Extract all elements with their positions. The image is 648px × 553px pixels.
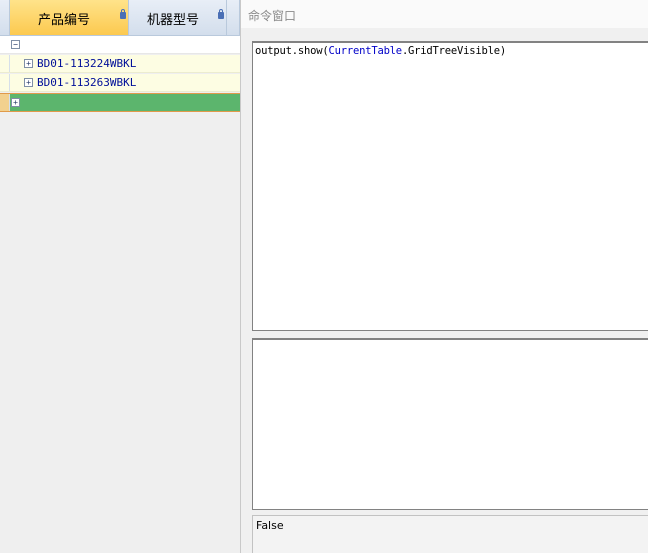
column-header-product-number[interactable]: 产品编号 <box>10 0 129 36</box>
column-header-label: 机器型号 <box>147 13 200 28</box>
result-pane: False <box>252 515 648 553</box>
column-header-machine-model[interactable]: 机器型号 <box>129 0 227 36</box>
row-label: BD01-113263WBKL <box>37 76 137 89</box>
lock-icon <box>120 9 126 19</box>
command-window-title: 命令窗口 <box>248 9 297 23</box>
row-indicator <box>0 94 10 111</box>
row-indicator <box>0 74 10 91</box>
expand-icon[interactable]: + <box>11 98 20 107</box>
row-label: BD01-113224WBKL <box>37 57 137 70</box>
command-window-titlebar[interactable] <box>241 0 648 28</box>
collapse-icon[interactable]: − <box>11 40 20 49</box>
code-suffix: .GridTreeVisible) <box>401 45 507 57</box>
column-header-extra[interactable] <box>227 0 240 36</box>
output-pane[interactable] <box>252 338 648 510</box>
tree-row-root[interactable]: − <box>0 36 240 54</box>
result-text: False <box>256 519 284 532</box>
tree-row[interactable]: + BD01-113224WBKL <box>0 55 240 73</box>
data-grid[interactable]: 产品编号 机器型号 − + BD01-113224WBKL + BD01-113… <box>0 0 240 553</box>
code-prefix: output.show( <box>255 45 329 57</box>
code-editor[interactable]: output.show(CurrentTable.GridTreeVisible… <box>252 41 648 331</box>
expand-icon[interactable]: + <box>24 59 33 68</box>
command-window: 命令窗口 output.show(CurrentTable.GridTreeVi… <box>240 0 648 553</box>
grid-corner-header[interactable] <box>0 0 10 36</box>
tree-row-new-selected[interactable]: + <box>0 93 240 112</box>
row-indicator <box>0 55 10 72</box>
code-keyword: CurrentTable <box>328 45 402 57</box>
tree-row[interactable]: + BD01-113263WBKL <box>0 74 240 92</box>
expand-icon[interactable]: + <box>24 78 33 87</box>
code-line: output.show(CurrentTable.GridTreeVisible… <box>255 45 506 57</box>
column-header-label: 产品编号 <box>38 13 91 28</box>
lock-icon <box>218 9 224 19</box>
